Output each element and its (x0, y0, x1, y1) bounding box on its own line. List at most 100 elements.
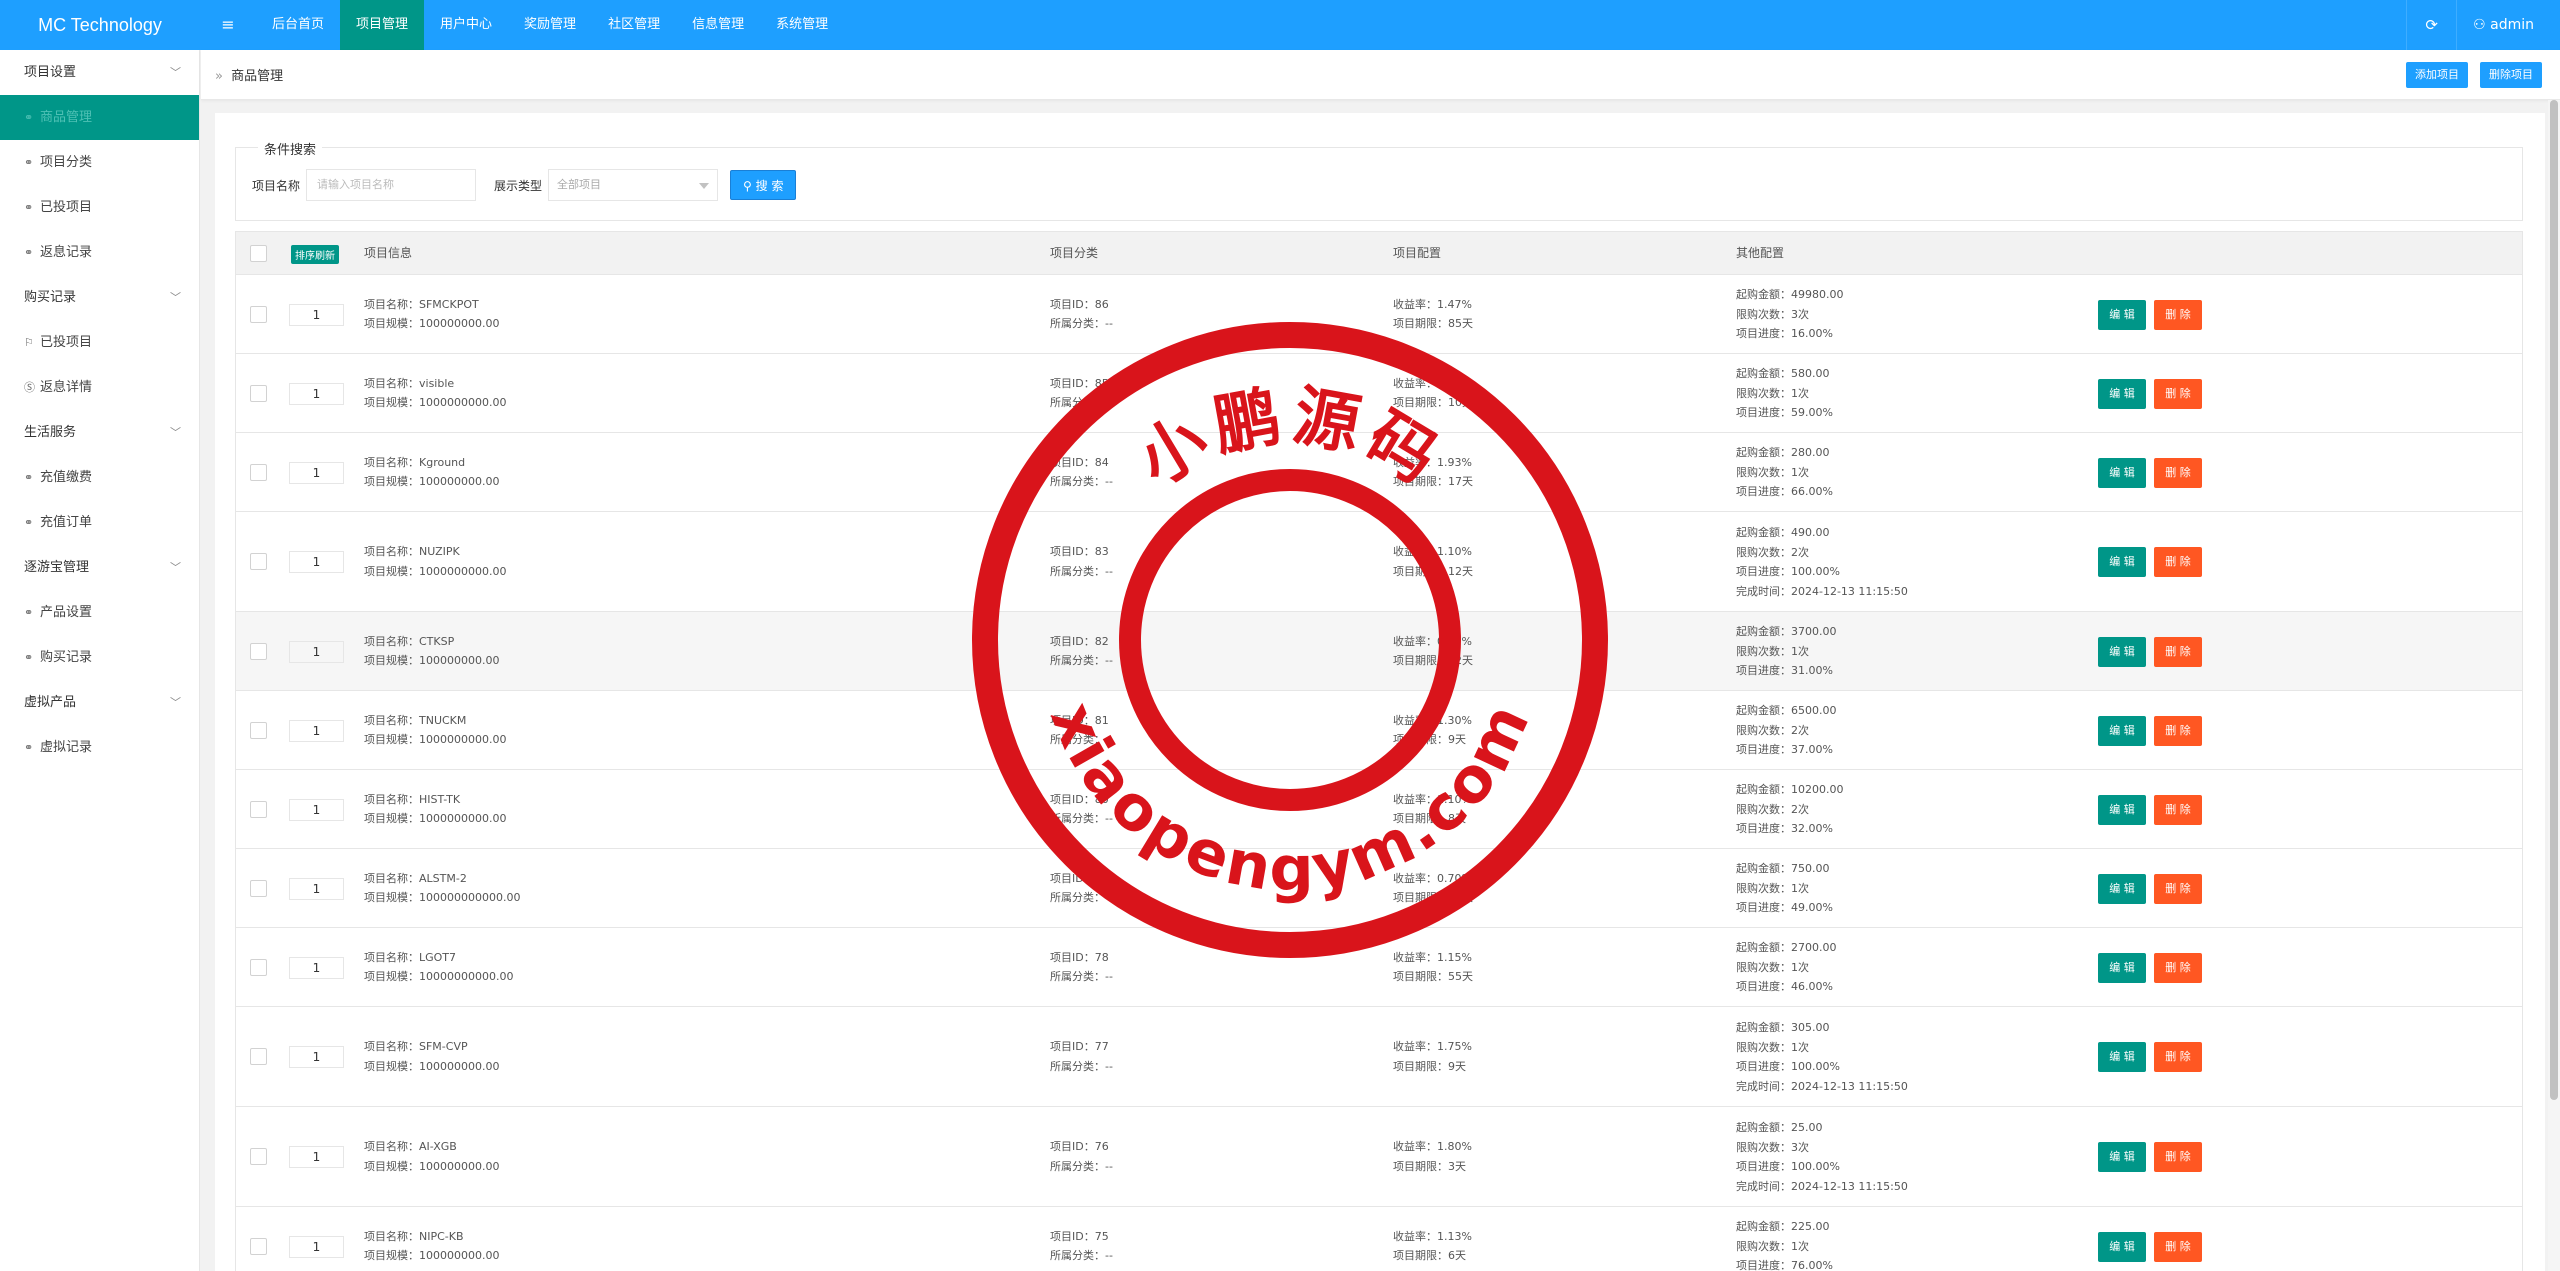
sort-order-input[interactable]: 1 (289, 798, 344, 821)
add-project-button[interactable]: 添加项目 (2406, 61, 2468, 88)
sort-order-input[interactable]: 1 (289, 640, 344, 663)
topnav-item[interactable]: 用户中心 (424, 0, 508, 50)
sort-refresh-button[interactable]: 排序刷新 (291, 245, 339, 264)
delete-button[interactable]: 删 除 (2154, 873, 2202, 904)
other-config-cell: 起购金额：280.00 限购次数：1次 项目进度：66.00% (1736, 443, 1833, 502)
sidebar-item[interactable]: ⚐ 已投项目 (0, 320, 199, 365)
sort-order-input[interactable]: 1 (289, 1046, 344, 1068)
table-row: 1 项目名称：NIPC-KB 项目规模：100000000.00 项目ID：75 所属分… (236, 1207, 2522, 1271)
topnav-item[interactable]: 奖励管理 (508, 0, 592, 50)
edit-button[interactable]: 编 辑 (2098, 299, 2146, 330)
sidebar-item[interactable]: ⚭ 充值订单 (0, 500, 199, 545)
search-button[interactable]: ⚲ 搜 索 (730, 170, 797, 200)
delete-button[interactable]: 删 除 (2154, 1042, 2202, 1072)
sidebar-group[interactable]: 生活服务 ﹀ (0, 410, 199, 455)
project-term: 项目期限：12天 (1393, 564, 1473, 578)
other-config-line: 项目进度：49.00% (1736, 901, 1833, 915)
scrollbar-thumb[interactable] (2550, 100, 2558, 1100)
sort-order-input[interactable]: 1 (289, 461, 344, 484)
page-scrollbar[interactable] (2548, 100, 2560, 1271)
row-checkbox[interactable] (250, 1048, 267, 1065)
sidebar-item[interactable]: ⚭ 购买记录 (0, 635, 199, 680)
row-checkbox[interactable] (250, 879, 267, 897)
row-checkbox[interactable] (250, 1148, 267, 1165)
edit-button[interactable]: 编 辑 (2098, 457, 2146, 488)
sort-order-input[interactable]: 1 (289, 551, 344, 573)
row-actions: 编 辑删 除 (2098, 547, 2202, 577)
sort-order-input[interactable]: 1 (289, 1146, 344, 1168)
edit-button[interactable]: 编 辑 (2098, 1042, 2146, 1072)
project-id: 项目ID：81 (1050, 713, 1109, 727)
row-checkbox[interactable] (250, 800, 267, 818)
row-checkbox[interactable] (250, 553, 267, 570)
project-name-input[interactable]: 请输入项目名称 (306, 169, 477, 201)
sort-order-input[interactable]: 1 (289, 877, 344, 900)
sidebar-group[interactable]: 虚拟产品 ﹀ (0, 680, 199, 725)
app-logo[interactable]: MC Technology (0, 0, 200, 50)
other-config-line: 项目进度：100.00% (1736, 1160, 1840, 1173)
delete-button[interactable]: 删 除 (2154, 1231, 2202, 1262)
delete-button[interactable]: 删 除 (2154, 299, 2202, 330)
row-checkbox[interactable] (250, 305, 267, 323)
row-checkbox[interactable] (250, 642, 267, 660)
sidebar-item[interactable]: ⚭ 商品管理 (0, 95, 199, 140)
sidebar-item[interactable]: ⚭ 已投项目 (0, 185, 199, 230)
project-scale: 项目规模：100000000.00 (364, 317, 500, 330)
edit-button[interactable]: 编 辑 (2098, 715, 2146, 746)
topnav-item[interactable]: 项目管理 (340, 0, 425, 50)
menu-toggle-icon[interactable]: ≡ (200, 0, 256, 50)
topnav-item[interactable]: 后台首页 (256, 0, 340, 50)
topnav-item[interactable]: 信息管理 (676, 0, 760, 50)
sidebar-label: 虚拟产品 (24, 695, 77, 710)
refresh-icon[interactable]: ⟳ (2406, 0, 2456, 50)
user-menu[interactable]: ⚇ admin (2456, 0, 2560, 50)
delete-button[interactable]: 删 除 (2154, 378, 2202, 409)
project-scale: 项目规模：100000000000.00 (364, 891, 521, 904)
sidebar-item[interactable]: Ⓢ 返息详情 (0, 365, 199, 410)
edit-button[interactable]: 编 辑 (2098, 794, 2146, 825)
delete-project-button[interactable]: 删除项目 (2480, 61, 2542, 88)
sidebar-item[interactable]: ⚭ 产品设置 (0, 590, 199, 635)
row-checkbox[interactable] (250, 463, 267, 481)
sidebar: 项目设置 ﹀ ⚭ 商品管理 ⚭ 项目分类 ⚭ 已投项目 ⚭ 返息记录 购买记录 ﹀ ⚐ 已投项目 Ⓢ 返息详情… (0, 50, 200, 1271)
delete-button[interactable]: 删 除 (2154, 952, 2202, 983)
select-all-checkbox[interactable] (250, 245, 267, 262)
edit-button[interactable]: 编 辑 (2098, 1231, 2146, 1262)
delete-button[interactable]: 删 除 (2154, 636, 2202, 667)
delete-button[interactable]: 删 除 (2154, 715, 2202, 746)
delete-button[interactable]: 删 除 (2154, 1142, 2202, 1172)
edit-button[interactable]: 编 辑 (2098, 378, 2146, 409)
row-checkbox[interactable] (250, 384, 267, 402)
sidebar-item[interactable]: ⚭ 返息记录 (0, 230, 199, 275)
edit-button[interactable]: 编 辑 (2098, 547, 2146, 577)
row-checkbox[interactable] (250, 721, 267, 739)
project-category: 所属分类：-- (1050, 396, 1113, 409)
sidebar-group[interactable]: 项目设置 ﹀ (0, 50, 199, 95)
display-type-select[interactable]: 全部项目 (548, 169, 719, 201)
sort-order-input[interactable]: 1 (289, 303, 344, 326)
sidebar-group[interactable]: 逐游宝管理 ﹀ (0, 545, 199, 590)
row-checkbox[interactable] (250, 958, 267, 976)
delete-button[interactable]: 删 除 (2154, 457, 2202, 488)
sort-order-input[interactable]: 1 (289, 1235, 344, 1258)
sort-order-input[interactable]: 1 (289, 956, 344, 979)
edit-button[interactable]: 编 辑 (2098, 873, 2146, 904)
row-checkbox[interactable] (250, 1237, 267, 1255)
project-info-cell: 项目名称：SFM-CVP 项目规模：100000000.00 (364, 1037, 499, 1076)
sidebar-item[interactable]: ⚭ 虚拟记录 (0, 725, 199, 770)
sidebar-item[interactable]: ⚭ 项目分类 (0, 140, 199, 185)
header-tools: ⟳ ⚇ admin (2406, 0, 2560, 50)
sidebar-item[interactable]: ⚭ 充值缴费 (0, 455, 199, 500)
delete-button[interactable]: 删 除 (2154, 794, 2202, 825)
topnav-item[interactable]: 系统管理 (760, 0, 844, 50)
delete-button[interactable]: 删 除 (2154, 547, 2202, 577)
edit-button[interactable]: 编 辑 (2098, 1142, 2146, 1172)
edit-button[interactable]: 编 辑 (2098, 952, 2146, 983)
project-config-cell: 收益率：1.15% 项目期限：55天 (1393, 948, 1473, 987)
edit-button[interactable]: 编 辑 (2098, 636, 2146, 667)
sort-order-input[interactable]: 1 (289, 719, 344, 742)
sidebar-group[interactable]: 购买记录 ﹀ (0, 275, 199, 320)
yield-rate: 收益率：1.20% (1393, 376, 1472, 390)
topnav-item[interactable]: 社区管理 (592, 0, 676, 50)
sort-order-input[interactable]: 1 (289, 382, 344, 405)
